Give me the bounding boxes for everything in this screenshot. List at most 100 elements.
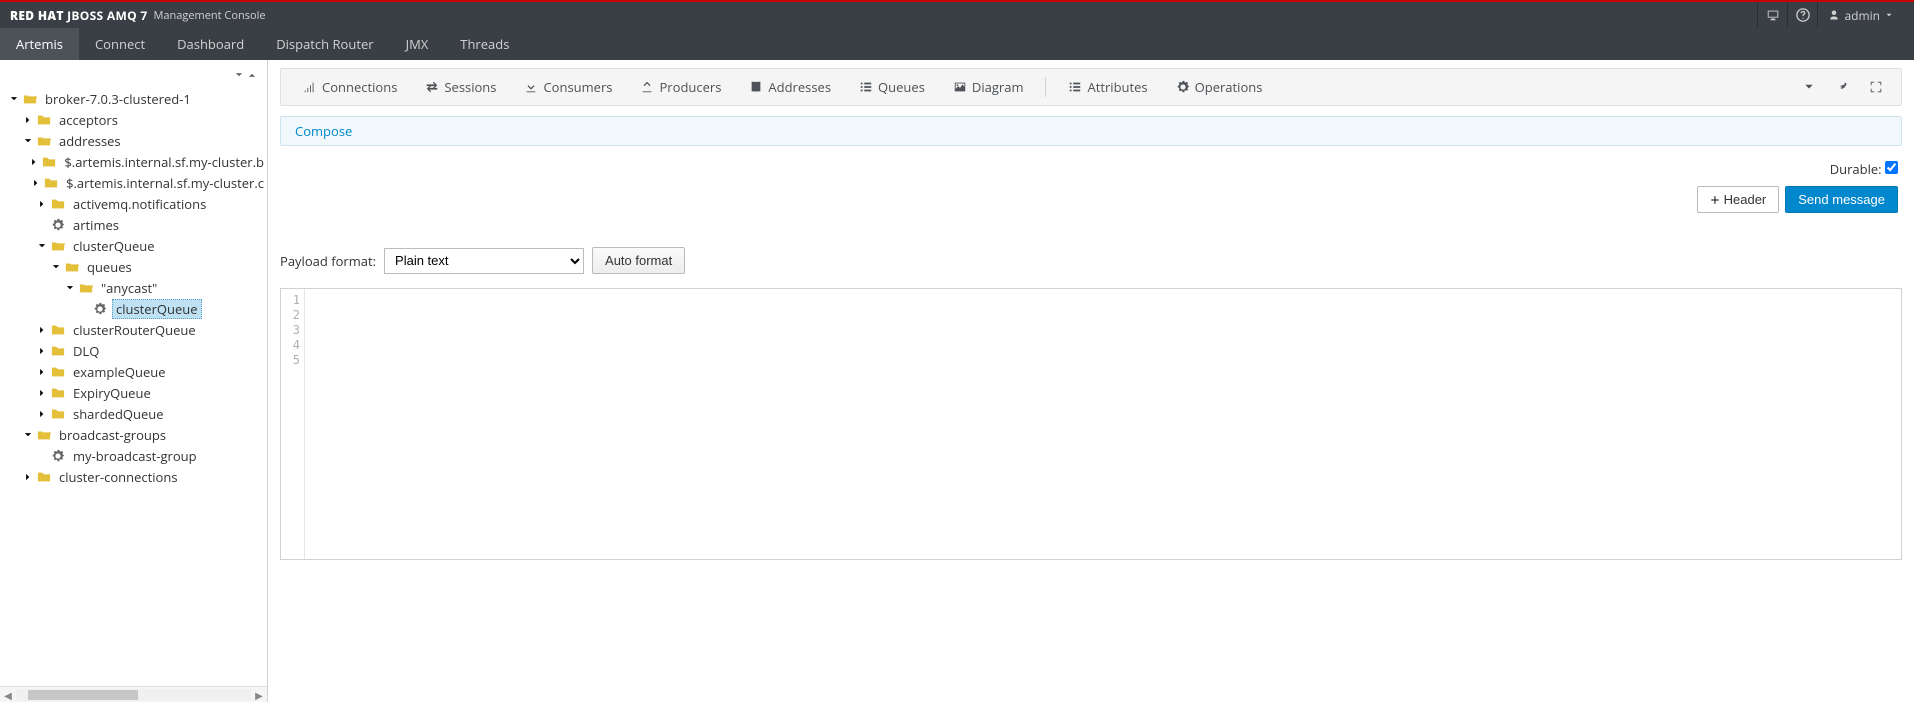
tree-label: $.artemis.internal.sf.my-cluster.c <box>63 174 267 192</box>
tree-label: broker-7.0.3-clustered-1 <box>42 90 194 108</box>
toolbar-queues[interactable]: Queues <box>845 78 939 96</box>
user-icon <box>1828 9 1840 21</box>
sidebar-hscrollbar[interactable]: ◀ ▶ <box>0 686 267 702</box>
header-subtitle: Management Console <box>154 8 266 23</box>
chevron-down-icon <box>1803 81 1815 93</box>
add-header-button[interactable]: Header <box>1697 186 1780 213</box>
folder-icon <box>41 154 57 170</box>
share-icon <box>1835 80 1849 94</box>
nav-tab-dispatch-router[interactable]: Dispatch Router <box>260 28 389 60</box>
tree-label: broadcast-groups <box>56 426 169 444</box>
tree-label: acceptors <box>56 111 121 129</box>
tree-addr-artimes[interactable]: artimes <box>4 214 267 235</box>
nav-tab-artemis[interactable]: Artemis <box>0 28 79 60</box>
tree-addresses[interactable]: addresses <box>4 130 267 151</box>
durable-checkbox[interactable] <box>1885 161 1898 174</box>
download-icon <box>524 80 538 94</box>
folder-open-icon <box>22 91 38 107</box>
toolbar-consumers[interactable]: Consumers <box>510 78 626 96</box>
subtab-compose[interactable]: Compose <box>281 117 366 145</box>
scroll-left-arrow[interactable]: ◀ <box>0 688 16 702</box>
toolbar-sessions[interactable]: Sessions <box>411 78 510 96</box>
tree-addr-cluster-c[interactable]: $.artemis.internal.sf.my-cluster.c <box>4 172 267 193</box>
gear-icon <box>1176 80 1190 94</box>
tree-anycast[interactable]: "anycast" <box>4 277 267 298</box>
toolbar-divider <box>1045 77 1046 97</box>
nav-tab-connect[interactable]: Connect <box>79 28 161 60</box>
help-icon-button[interactable] <box>1787 2 1817 28</box>
toolbar-addresses[interactable]: Addresses <box>735 78 845 96</box>
folder-icon <box>50 364 66 380</box>
user-menu[interactable]: admin <box>1817 2 1904 28</box>
toolbar-producers[interactable]: Producers <box>626 78 735 96</box>
editor-code-area[interactable] <box>305 289 1901 559</box>
scroll-thumb[interactable] <box>28 690 138 700</box>
toolbar-fullscreen[interactable] <box>1859 80 1893 94</box>
toolbar-share[interactable] <box>1825 80 1859 94</box>
tree-label: cluster-connections <box>56 468 181 486</box>
list-icon <box>1068 80 1082 94</box>
tree-label-selected: clusterQueue <box>112 299 202 319</box>
tree-acceptors[interactable]: acceptors <box>4 109 267 130</box>
brand-product: JBOSS AMQ 7 <box>67 7 147 24</box>
toolbar-more-dropdown[interactable] <box>1793 81 1825 93</box>
tree-dlq[interactable]: DLQ <box>4 340 267 361</box>
send-message-button[interactable]: Send message <box>1785 186 1898 213</box>
sidebar: broker-7.0.3-clustered-1 acceptors addre… <box>0 60 268 702</box>
tree-examplequeue[interactable]: exampleQueue <box>4 361 267 382</box>
toolbar-attributes[interactable]: Attributes <box>1054 78 1161 96</box>
toolbar-diagram[interactable]: Diagram <box>939 78 1038 96</box>
durable-field: Durable: <box>1830 160 1898 178</box>
tree-expiryqueue[interactable]: ExpiryQueue <box>4 382 267 403</box>
tree-label: "anycast" <box>98 279 160 297</box>
tree-my-broadcast-group[interactable]: my-broadcast-group <box>4 445 267 466</box>
sidebar-collapse-toggle[interactable] <box>0 64 267 84</box>
tree-label: artimes <box>70 216 122 234</box>
folder-icon <box>36 469 52 485</box>
folder-icon <box>50 196 66 212</box>
tree-broadcast-groups[interactable]: broadcast-groups <box>4 424 267 445</box>
editor-gutter: 1 2 3 4 5 <box>281 289 305 559</box>
gear-icon <box>92 301 108 317</box>
nav-tab-jmx[interactable]: JMX <box>390 28 445 60</box>
tree-label: $.artemis.internal.sf.my-cluster.b <box>61 153 267 171</box>
plus-icon <box>1710 195 1720 205</box>
tree-addr-activemq-notif[interactable]: activemq.notifications <box>4 193 267 214</box>
folder-open-icon <box>78 280 94 296</box>
scroll-track[interactable] <box>16 689 251 701</box>
exchange-icon <box>425 80 439 94</box>
tree-label: addresses <box>56 132 124 150</box>
brand: RED HAT JBOSS AMQ 7 <box>10 7 148 24</box>
toolbar-connections[interactable]: Connections <box>289 78 411 96</box>
monitor-icon-button[interactable] <box>1757 2 1787 28</box>
list-icon <box>859 80 873 94</box>
tree-label: my-broadcast-group <box>70 447 200 465</box>
gear-icon <box>50 217 66 233</box>
tree-clusterrouterqueue[interactable]: clusterRouterQueue <box>4 319 267 340</box>
auto-format-button[interactable]: Auto format <box>592 247 685 274</box>
payload-format-select[interactable]: Plain text <box>384 248 584 274</box>
scroll-right-arrow[interactable]: ▶ <box>251 688 267 702</box>
tree-label: exampleQueue <box>70 363 169 381</box>
tree: broker-7.0.3-clustered-1 acceptors addre… <box>0 84 267 682</box>
brand-redhat: RED HAT <box>10 7 67 24</box>
tree-addr-cluster-b[interactable]: $.artemis.internal.sf.my-cluster.b <box>4 151 267 172</box>
tree-label: DLQ <box>70 342 102 360</box>
durable-label: Durable: <box>1830 160 1882 178</box>
gear-icon <box>50 448 66 464</box>
subtab-bar: Compose <box>280 116 1902 146</box>
folder-open-icon <box>36 427 52 443</box>
nav-tab-dashboard[interactable]: Dashboard <box>161 28 260 60</box>
tree-clusterqueue-leaf[interactable]: clusterQueue <box>4 298 267 319</box>
tree-shardedqueue[interactable]: shardedQueue <box>4 403 267 424</box>
toolbar-operations[interactable]: Operations <box>1162 78 1277 96</box>
payload-editor[interactable]: 1 2 3 4 5 <box>280 288 1902 560</box>
tree-label: ExpiryQueue <box>70 384 154 402</box>
upload-icon <box>640 80 654 94</box>
expand-icon <box>1869 80 1883 94</box>
tree-addr-clusterqueue[interactable]: clusterQueue <box>4 235 267 256</box>
nav-tab-threads[interactable]: Threads <box>444 28 525 60</box>
tree-cluster-connections[interactable]: cluster-connections <box>4 466 267 487</box>
tree-queues[interactable]: queues <box>4 256 267 277</box>
tree-root[interactable]: broker-7.0.3-clustered-1 <box>4 88 267 109</box>
